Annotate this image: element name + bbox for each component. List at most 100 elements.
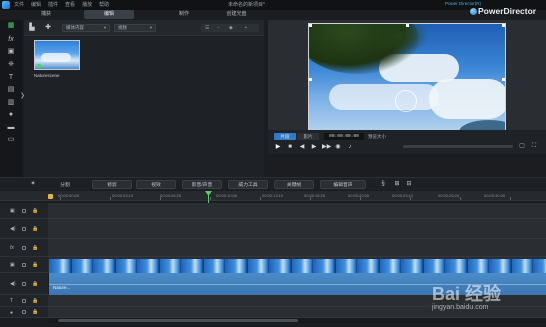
chapter-room-icon[interactable]: ▬ bbox=[6, 124, 16, 132]
menu-plugins[interactable]: 插件 bbox=[48, 1, 58, 8]
zoom-in-icon[interactable]: ▪ bbox=[245, 24, 247, 32]
lock-icon[interactable]: 🔒 bbox=[32, 281, 38, 287]
track-header-title: T 🔒 bbox=[0, 295, 48, 307]
library-filter-select[interactable]: 媒体内容 ▼ bbox=[62, 24, 110, 32]
stretch-icon[interactable]: ⊞ bbox=[392, 180, 402, 189]
menu-edit[interactable]: 编辑 bbox=[31, 1, 41, 8]
audio-mixing-icon[interactable]: ▥ bbox=[6, 99, 16, 107]
lock-icon[interactable]: 🔒 bbox=[32, 309, 38, 315]
zoom-slider-icon[interactable]: ◆ bbox=[229, 24, 233, 32]
fix-enhance-icon[interactable]: § bbox=[378, 180, 388, 189]
track-enable-checkbox[interactable] bbox=[22, 282, 26, 286]
movie-mode-button[interactable]: 影片 bbox=[297, 133, 319, 140]
playback-slider[interactable] bbox=[403, 145, 513, 148]
media-thumbnail[interactable] bbox=[34, 40, 80, 70]
track-video-1[interactable] bbox=[48, 203, 546, 219]
preview-quality-select[interactable]: 预览大小 bbox=[368, 133, 398, 140]
clip-frame-divider bbox=[423, 259, 424, 273]
resize-handle[interactable] bbox=[406, 24, 409, 27]
lock-icon[interactable]: 🔒 bbox=[32, 262, 38, 268]
lock-icon[interactable]: 🔒 bbox=[32, 298, 38, 304]
rotate-handle[interactable] bbox=[395, 90, 417, 112]
menu-view[interactable]: 查看 bbox=[65, 1, 75, 8]
timecode-display[interactable]: 00:00:00:00 bbox=[324, 133, 364, 140]
pip-room-icon[interactable]: ▣ bbox=[6, 48, 16, 56]
timeline-scrollbar[interactable] bbox=[48, 318, 546, 323]
library-type-select[interactable]: 视频 ▼ bbox=[114, 24, 156, 32]
tab-produce[interactable]: 制作 bbox=[164, 10, 204, 19]
ruler-tick bbox=[60, 197, 61, 200]
video-clip[interactable] bbox=[49, 259, 546, 273]
slide-icon[interactable]: ⊟ bbox=[404, 180, 414, 189]
resize-handle[interactable] bbox=[502, 24, 505, 27]
track-header-video-1: ▣ 🔒 bbox=[0, 203, 48, 219]
preview-video[interactable] bbox=[308, 23, 506, 135]
media-room-icon[interactable]: ▦ bbox=[6, 22, 16, 30]
previous-frame-icon[interactable]: ◀ bbox=[298, 144, 306, 151]
lock-icon[interactable]: 🔒 bbox=[32, 208, 38, 214]
track-enable-checkbox[interactable] bbox=[22, 299, 26, 303]
menu-help[interactable]: 帮助 bbox=[99, 1, 109, 8]
ruler-label: 00:00:03:10 bbox=[112, 193, 134, 198]
menu-file[interactable]: 文件 bbox=[14, 1, 24, 8]
track-enable-checkbox[interactable] bbox=[22, 227, 26, 231]
fast-forward-icon[interactable]: ▶▶ bbox=[322, 144, 331, 151]
volume-icon[interactable]: ♪ bbox=[346, 144, 354, 151]
particle-room-icon[interactable]: ❈ bbox=[6, 61, 16, 69]
watermark-url: jingyan.baidu.com bbox=[432, 304, 489, 311]
track-header-voice: ● 🔒 bbox=[0, 307, 48, 318]
audio-video-button[interactable]: 影音/声音 bbox=[182, 180, 222, 189]
plugin-icon[interactable]: ✚ bbox=[44, 24, 52, 32]
menu-playback[interactable]: 播放 bbox=[82, 1, 92, 8]
clip-frame-divider bbox=[511, 259, 512, 273]
title-room-icon[interactable]: T bbox=[6, 74, 16, 82]
clip-frame-divider bbox=[247, 259, 248, 273]
video-track-icon: ▣ bbox=[10, 208, 15, 214]
track-audio-1[interactable] bbox=[48, 219, 546, 239]
split-button[interactable]: 分割 bbox=[52, 180, 78, 189]
next-frame-icon[interactable]: ▶ bbox=[310, 144, 318, 151]
zoom-out-icon[interactable]: − bbox=[217, 24, 220, 32]
track-enable-checkbox[interactable] bbox=[22, 310, 26, 314]
in-marker-icon[interactable] bbox=[48, 194, 53, 199]
effect-room-icon[interactable]: fx bbox=[6, 36, 16, 44]
ruler-tick bbox=[360, 197, 361, 200]
track-header-main-video: ▣ 🔒 bbox=[0, 257, 48, 273]
track-enable-checkbox[interactable] bbox=[22, 246, 26, 250]
edit-audio-button[interactable]: 编辑音声 bbox=[320, 180, 366, 189]
voiceover-icon[interactable]: ● bbox=[6, 111, 16, 119]
resize-handle[interactable] bbox=[309, 24, 312, 27]
keyframe-button[interactable]: 关键帧 bbox=[274, 180, 314, 189]
clip-frame-divider bbox=[71, 259, 72, 273]
tab-capture[interactable]: 捕获 bbox=[16, 10, 76, 19]
settings-icon[interactable]: ✶ bbox=[28, 180, 38, 189]
resize-handle[interactable] bbox=[502, 78, 505, 81]
track-effect[interactable] bbox=[48, 239, 546, 257]
track-enable-checkbox[interactable] bbox=[22, 263, 26, 267]
subtitle-room-icon[interactable]: ▭ bbox=[6, 136, 16, 144]
transition-room-icon[interactable]: ▤ bbox=[6, 86, 16, 94]
import-icon[interactable]: ▙ bbox=[28, 24, 36, 32]
list-view-icon[interactable]: ☰ bbox=[205, 24, 209, 32]
snapshot-icon[interactable]: ◉ bbox=[334, 144, 342, 151]
track-enable-checkbox[interactable] bbox=[22, 209, 26, 213]
lock-icon[interactable]: 🔒 bbox=[32, 245, 38, 251]
stop-icon[interactable]: ■ bbox=[286, 144, 294, 151]
undock-icon[interactable]: ▢ bbox=[518, 142, 526, 150]
scrollbar-thumb[interactable] bbox=[58, 319, 298, 322]
playback-controls: 片段 影片 00:00:00:00 预览大小 ▶ ■ ◀ ▶ ▶▶ ◉ ♪ ▢ … bbox=[268, 130, 546, 154]
clip-mode-button[interactable]: 片段 bbox=[274, 133, 296, 140]
resize-handle[interactable] bbox=[309, 78, 312, 81]
lock-icon[interactable]: 🔒 bbox=[32, 226, 38, 232]
fullscreen-icon[interactable]: ⛶ bbox=[530, 142, 538, 150]
media-library-panel: ▙ ✚ 媒体内容 ▼ 视频 ▼ ☰ − ◆ ▪ Naturescene bbox=[24, 20, 264, 188]
effects-button[interactable]: 视效 bbox=[136, 180, 176, 189]
power-tools-button[interactable]: 威力工具 bbox=[228, 180, 268, 189]
tab-create-disc[interactable]: 创建光盘 bbox=[214, 10, 259, 19]
trim-button[interactable]: 修剪 bbox=[92, 180, 132, 189]
ruler-label: 00:00:26:20 bbox=[438, 193, 460, 198]
timeline-ruler[interactable]: 00:00:00:00 00:00:03:10 00:00:06:20 00:0… bbox=[0, 191, 546, 201]
ruler-tick bbox=[110, 197, 111, 200]
play-icon[interactable]: ▶ bbox=[274, 144, 282, 151]
tab-edit[interactable]: 编辑 bbox=[84, 10, 134, 19]
